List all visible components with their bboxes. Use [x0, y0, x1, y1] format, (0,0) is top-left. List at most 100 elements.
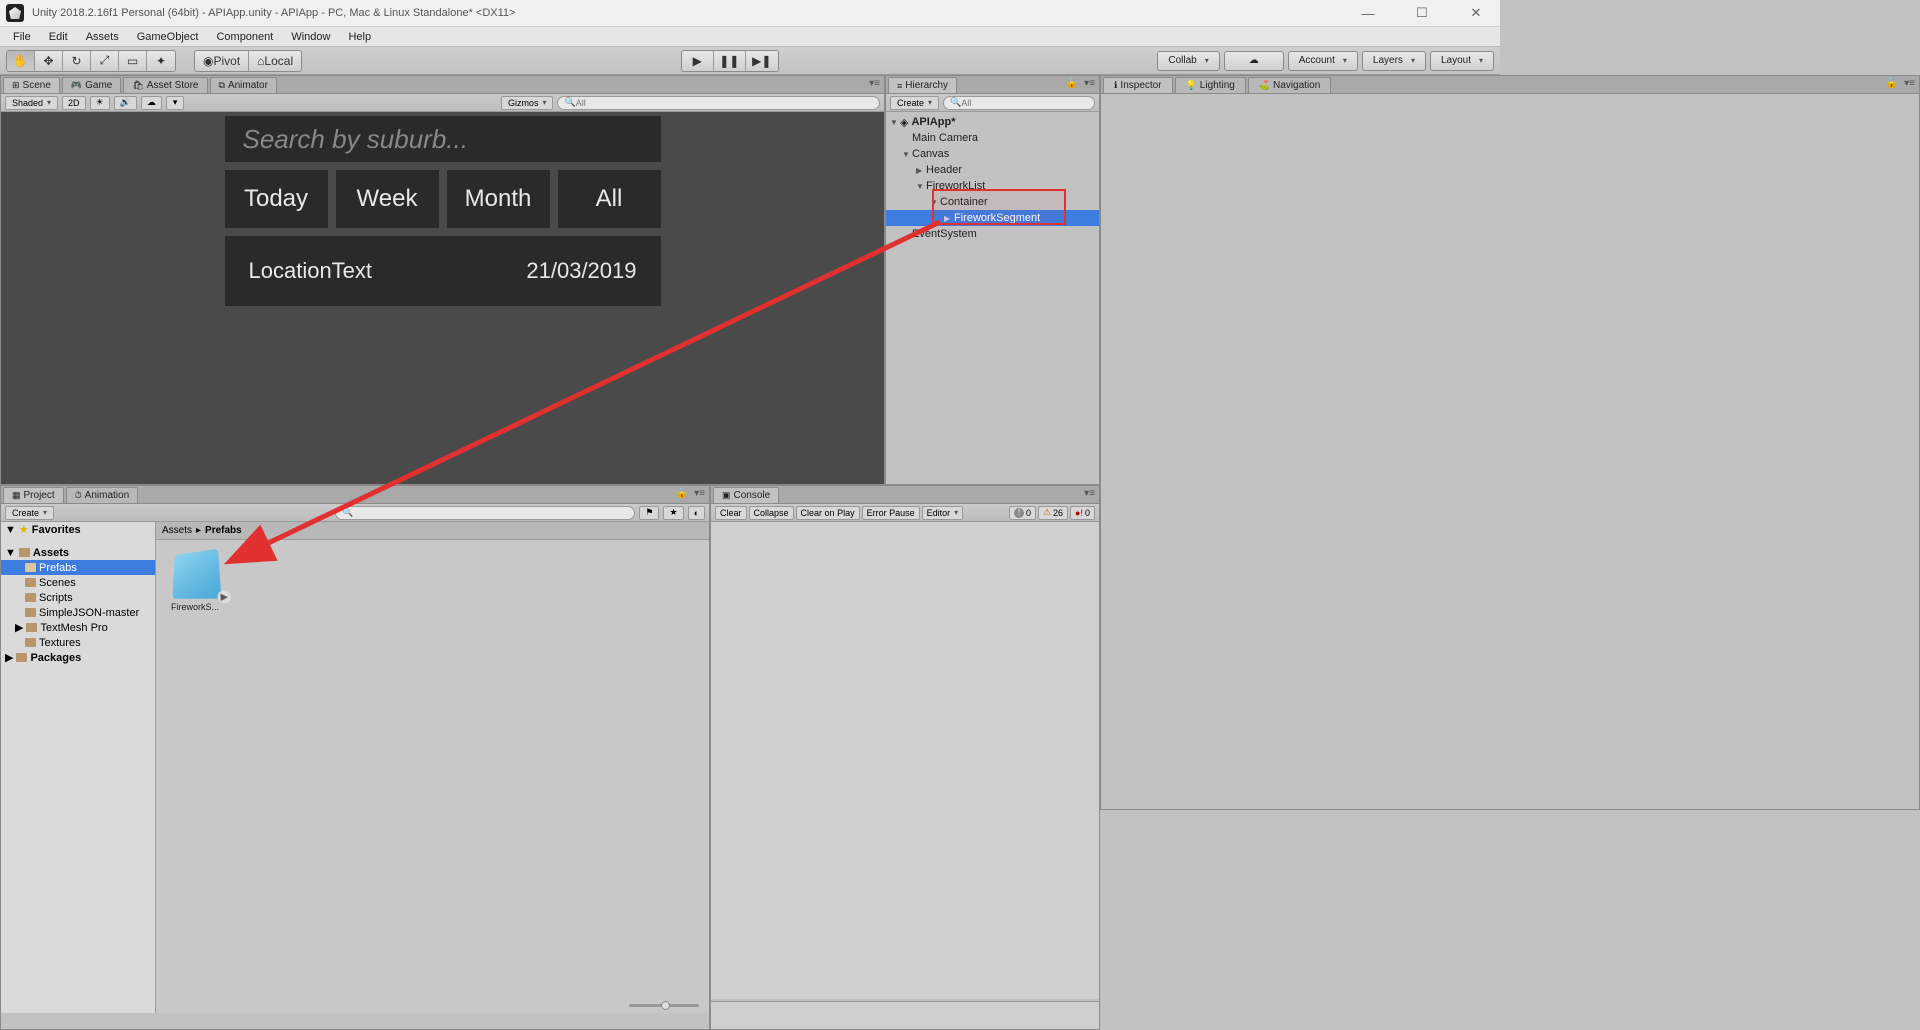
menu-assets[interactable]: Assets — [77, 28, 128, 46]
breadcrumb-prefabs[interactable]: Prefabs — [205, 525, 242, 536]
project-folder-simplejson[interactable]: SimpleJSON-master — [1, 605, 155, 620]
tab-hierarchy[interactable]: ≡Hierarchy — [888, 77, 957, 93]
tab-project[interactable]: ▦Project — [3, 487, 64, 503]
tab-lighting[interactable]: 💡Lighting — [1175, 77, 1246, 93]
toggle-2d[interactable]: 2D — [62, 96, 86, 110]
window-close-button[interactable]: ✕ — [1458, 2, 1494, 24]
pause-button[interactable]: ❚❚ — [714, 51, 746, 71]
step-button[interactable]: ▶❚ — [746, 51, 778, 71]
hierarchy-panel: ≡Hierarchy 🔒 ▾≡ Create 🔍 All ▼◈APIApp* Ma… — [885, 75, 1100, 485]
play-controls: ▶ ❚❚ ▶❚ — [681, 50, 779, 72]
hierarchy-create-dropdown[interactable]: Create — [890, 96, 939, 110]
panel-lock-icon[interactable]: 🔒 — [1886, 78, 1898, 89]
hierarchy-item-header[interactable]: ▶Header — [886, 162, 1099, 178]
tab-animator[interactable]: ⧉Animator — [210, 77, 277, 93]
project-folder-scenes[interactable]: Scenes — [1, 575, 155, 590]
menu-component[interactable]: Component — [207, 28, 282, 46]
tab-inspector[interactable]: ℹInspector — [1103, 77, 1173, 93]
rect-tool-button[interactable]: ▭ — [119, 51, 147, 71]
project-folder-prefabs[interactable]: Prefabs — [1, 560, 155, 575]
scene-search[interactable]: 🔍 All — [557, 96, 880, 110]
app-tab-week: Week — [336, 170, 439, 228]
asset-firework-segment-prefab[interactable]: FireworkS... — [166, 550, 224, 612]
project-folder-tree: ▼★Favorites ▼Assets Prefabs Scenes Scrip… — [1, 522, 156, 1013]
menu-help[interactable]: Help — [339, 28, 380, 46]
fx-toggle[interactable]: ☁ — [141, 96, 162, 110]
cloud-button[interactable]: ☁ — [1224, 51, 1284, 71]
hierarchy-search[interactable]: 🔍 All — [943, 96, 1095, 110]
console-panel: ▣Console ▾≡ Clear Collapse Clear on Play… — [710, 485, 1100, 1030]
project-packages[interactable]: ▶Packages — [1, 650, 155, 665]
asset-zoom-slider[interactable] — [629, 1001, 699, 1011]
project-filter-icon[interactable]: ⚑ — [639, 506, 659, 520]
hierarchy-item-fireworksegment[interactable]: ▶FireworkSegment — [886, 210, 1099, 226]
tab-game[interactable]: 🎮Game — [62, 77, 121, 93]
hierarchy-item-main-camera[interactable]: Main Camera — [886, 130, 1099, 146]
gizmos-dropdown[interactable]: Gizmos — [501, 96, 554, 110]
project-folder-scripts[interactable]: Scripts — [1, 590, 155, 605]
panel-menu-icon[interactable]: ▾≡ — [1084, 488, 1095, 499]
scene-viewport[interactable]: Search by suburb... Today Week Month All… — [1, 112, 884, 484]
window-titlebar: Unity 2018.2.16f1 Personal (64bit) - API… — [0, 0, 1500, 27]
panel-lock-icon[interactable]: 🔒 — [676, 488, 688, 499]
scene-panel: ⊞Scene 🎮Game 🛍Asset Store ⧉Animator ▾≡ S… — [0, 75, 885, 485]
project-favorites[interactable]: ▼★Favorites — [1, 522, 155, 537]
local-toggle[interactable]: ⌂ Local — [249, 51, 301, 71]
console-info-count[interactable]: !0 — [1009, 506, 1036, 520]
project-folder-textmeshpro[interactable]: ▶TextMesh Pro — [1, 620, 155, 635]
pivot-toggle[interactable]: ◉ Pivot — [195, 51, 249, 71]
project-folder-textures[interactable]: Textures — [1, 635, 155, 650]
effects-dropdown[interactable]: ▾ — [166, 96, 185, 110]
account-dropdown[interactable]: Account — [1288, 51, 1358, 71]
window-maximize-button[interactable]: ☐ — [1404, 2, 1440, 24]
hierarchy-item-container[interactable]: ▼Container — [886, 194, 1099, 210]
layers-dropdown[interactable]: Layers — [1362, 51, 1426, 71]
panel-menu-icon[interactable]: ▾≡ — [869, 78, 880, 89]
console-log-area[interactable] — [711, 522, 1099, 999]
audio-toggle[interactable]: 🔊 — [114, 96, 137, 110]
hand-tool-button[interactable]: ✋ — [7, 51, 35, 71]
hierarchy-tree: ▼◈APIApp* Main Camera ▼Canvas ▶Header ▼F… — [886, 112, 1099, 244]
play-button[interactable]: ▶ — [682, 51, 714, 71]
console-collapse-button[interactable]: Collapse — [749, 506, 794, 520]
hierarchy-item-canvas[interactable]: ▼Canvas — [886, 146, 1099, 162]
menu-gameobject[interactable]: GameObject — [128, 28, 208, 46]
console-error-pause-button[interactable]: Error Pause — [862, 506, 920, 520]
console-err-count[interactable]: ●!0 — [1070, 506, 1095, 520]
tab-scene[interactable]: ⊞Scene — [3, 77, 60, 93]
project-favorite-icon[interactable]: ★ — [663, 506, 683, 520]
panel-lock-icon[interactable]: 🔒 — [1066, 78, 1078, 89]
console-clear-on-play-button[interactable]: Clear on Play — [796, 506, 860, 520]
hierarchy-item-fireworklist[interactable]: ▼FireworkList — [886, 178, 1099, 194]
layout-dropdown[interactable]: Layout — [1430, 51, 1494, 71]
scale-tool-button[interactable]: ⤢ — [91, 51, 119, 71]
tab-console[interactable]: ▣Console — [713, 487, 779, 503]
project-hidden-icon[interactable]: ◐ — [688, 506, 705, 520]
rotate-tool-button[interactable]: ↻ — [63, 51, 91, 71]
hierarchy-item-eventsystem[interactable]: EventSystem — [886, 226, 1099, 242]
transform-tool-button[interactable]: ✦ — [147, 51, 175, 71]
move-tool-button[interactable]: ✥ — [35, 51, 63, 71]
breadcrumb-assets[interactable]: Assets — [162, 525, 192, 536]
lighting-toggle[interactable]: ☀ — [90, 96, 110, 110]
shading-mode-dropdown[interactable]: Shaded — [5, 96, 58, 110]
window-minimize-button[interactable]: — — [1350, 2, 1386, 24]
panel-menu-icon[interactable]: ▾≡ — [694, 488, 705, 499]
tab-asset-store[interactable]: 🛍Asset Store — [123, 77, 207, 93]
console-clear-button[interactable]: Clear — [715, 506, 747, 520]
panel-menu-icon[interactable]: ▾≡ — [1084, 78, 1095, 89]
console-editor-dropdown[interactable]: Editor — [922, 506, 964, 520]
tab-animation[interactable]: ⏱Animation — [66, 487, 139, 503]
hierarchy-scene-root[interactable]: ▼◈APIApp* — [886, 114, 1099, 130]
menu-window[interactable]: Window — [282, 28, 339, 46]
tab-navigation[interactable]: ⛳Navigation — [1248, 77, 1331, 93]
project-create-dropdown[interactable]: Create — [5, 506, 54, 520]
console-warn-count[interactable]: ⚠26 — [1038, 506, 1068, 520]
project-assets-root[interactable]: ▼Assets — [1, 545, 155, 560]
menu-file[interactable]: File — [4, 28, 40, 46]
collab-dropdown[interactable]: Collab — [1157, 51, 1219, 71]
panel-menu-icon[interactable]: ▾≡ — [1904, 78, 1915, 89]
project-search[interactable]: 🔍 — [335, 506, 635, 520]
project-asset-view: Assets ▸ Prefabs FireworkS... — [156, 522, 709, 1013]
menu-edit[interactable]: Edit — [40, 28, 77, 46]
